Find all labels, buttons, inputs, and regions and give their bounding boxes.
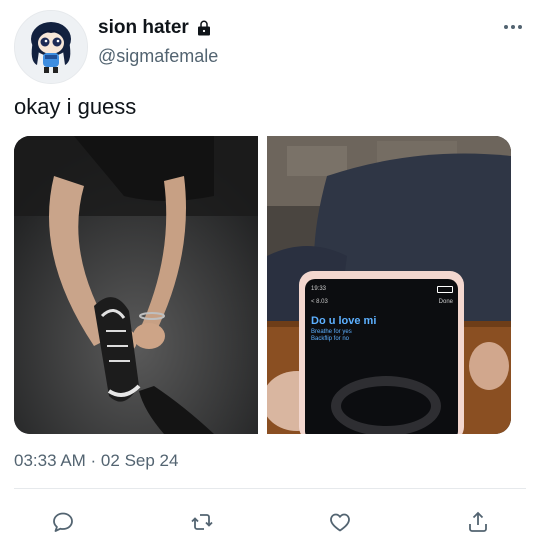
action-divider	[14, 488, 526, 489]
phone-reflection	[331, 376, 441, 434]
reply-button[interactable]	[48, 507, 78, 537]
share-icon	[469, 511, 487, 532]
like-icon	[330, 513, 350, 532]
phone-battery-icon	[437, 286, 453, 293]
more-options-icon[interactable]	[504, 22, 526, 32]
phone-note-title: Do u love mi	[311, 315, 377, 327]
phone-back-link: < 8.03	[311, 299, 328, 305]
media-grid: 19:33 < 8.03 Done Do u love mi Breathe f…	[14, 136, 511, 434]
tweet-text: okay i guess	[14, 94, 137, 119]
author-display-name-row[interactable]: sion hater	[98, 16, 218, 40]
action-bar	[0, 507, 540, 537]
phone-screen: 19:33 < 8.03 Done Do u love mi Breathe f…	[311, 286, 453, 434]
lock-icon	[195, 19, 213, 37]
phone-done-link: Done	[438, 299, 453, 305]
media-photo-left[interactable]	[14, 136, 258, 434]
phone-note-line-2: Backflip for no	[311, 336, 350, 342]
author-names: sion hater @sigmafemale	[98, 16, 218, 67]
like-button[interactable]	[325, 507, 355, 537]
tweet-timestamp[interactable]: 03:33 AM · 02 Sep 24	[14, 451, 178, 471]
retweet-button[interactable]	[187, 507, 217, 537]
shoe-tying-photo	[14, 136, 258, 434]
avatar-illustration	[15, 11, 87, 83]
author-handle[interactable]: @sigmafemale	[98, 46, 218, 67]
phone-note-line-1: Breathe for yes	[311, 329, 352, 335]
retweet-icon	[191, 514, 213, 530]
phone-status-time: 19:33	[311, 286, 327, 292]
tweet-header: sion hater @sigmafemale	[14, 10, 526, 84]
author-display-name[interactable]: sion hater	[98, 16, 189, 40]
share-button[interactable]	[463, 507, 493, 537]
reply-icon	[53, 512, 73, 532]
avatar[interactable]	[14, 10, 88, 84]
media-photo-right[interactable]: 19:33 < 8.03 Done Do u love mi Breathe f…	[267, 136, 511, 434]
